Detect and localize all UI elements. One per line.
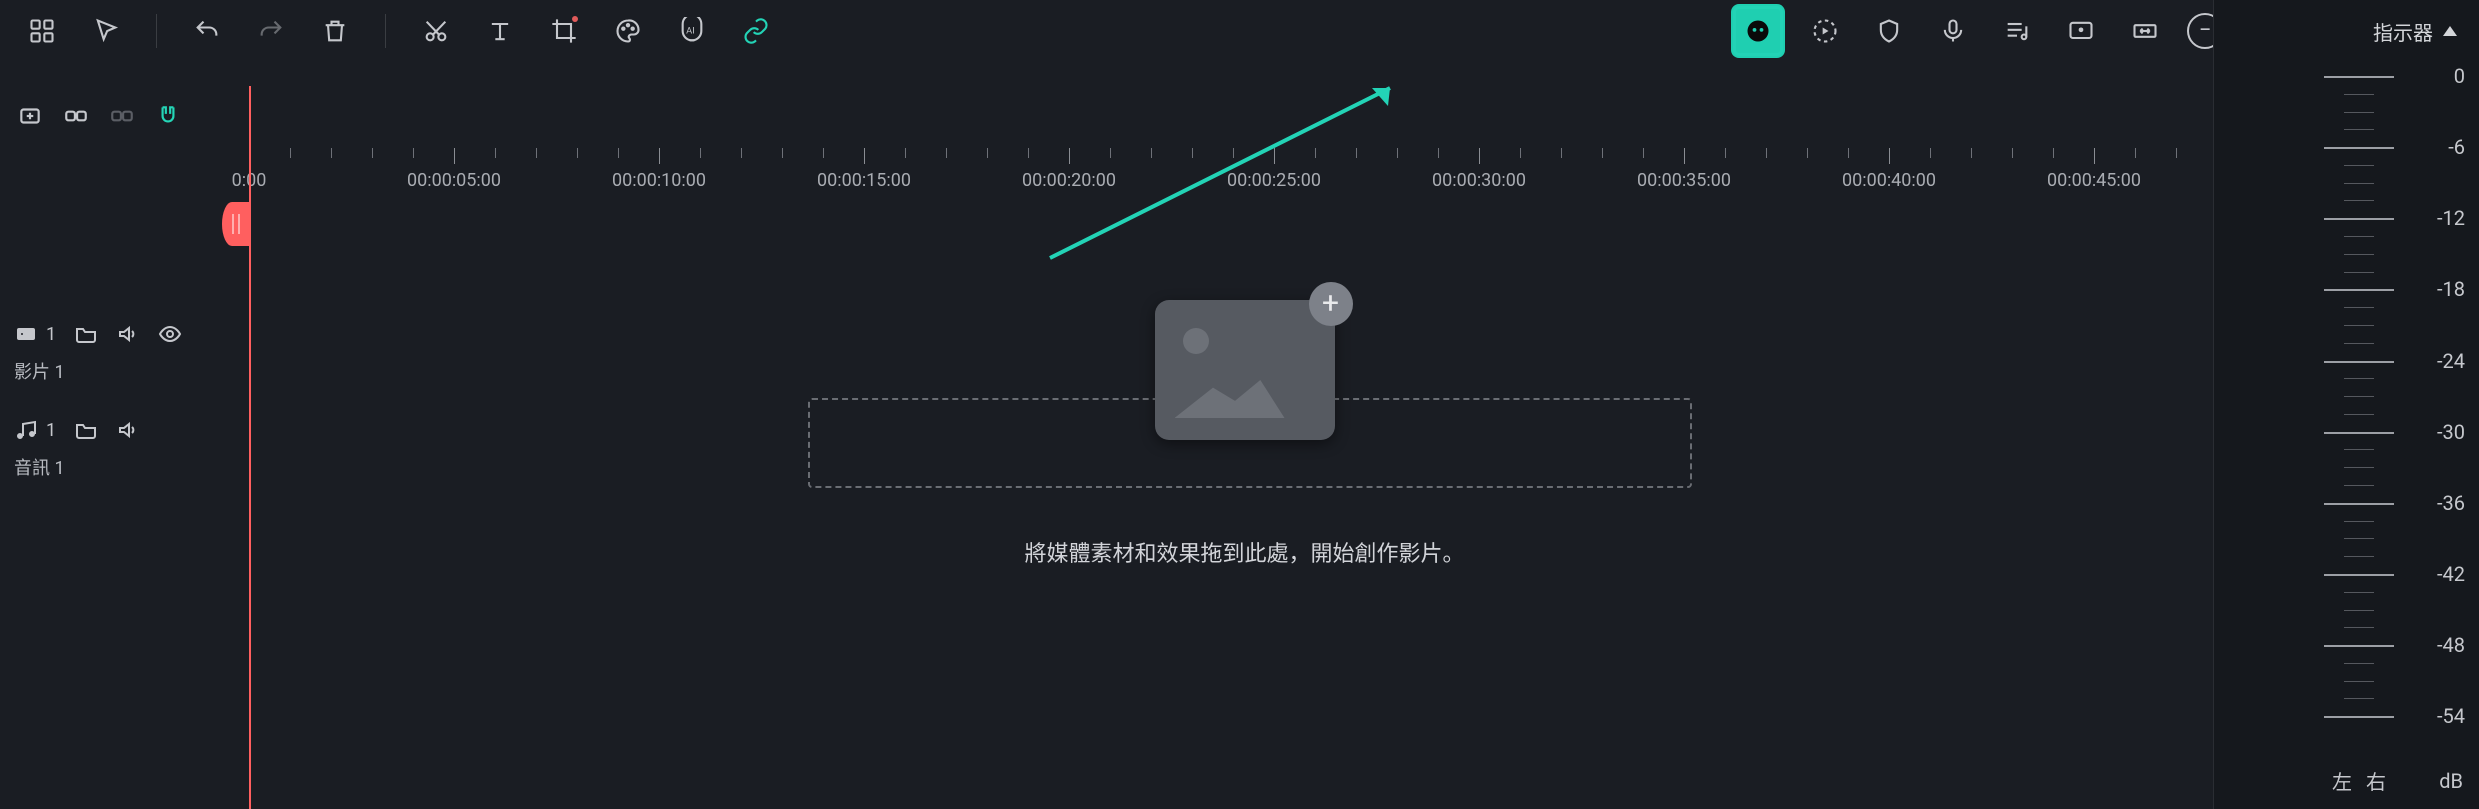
meter-scale-value: -36 (2437, 491, 2465, 515)
unlink-track-icon[interactable] (106, 100, 138, 132)
add-media-plus-icon[interactable]: + (1309, 282, 1353, 326)
meter-scale-value: -24 (2437, 349, 2465, 373)
palette-icon[interactable] (606, 9, 650, 53)
ruler-time-label: 00:00:35:00 (1637, 170, 1731, 191)
meter-unit: dB (2439, 769, 2463, 793)
audio-track-count: 1 (46, 420, 56, 441)
video-track-header[interactable]: 1 (0, 310, 230, 358)
playhead-grip[interactable] (222, 202, 250, 246)
ruler-time-label: 00:00:05:00 (407, 170, 501, 191)
video-track-label: 影片 1 (0, 358, 230, 406)
link-track-icon[interactable] (60, 100, 92, 132)
collapse-up-icon[interactable] (2443, 26, 2457, 36)
screen-record-icon[interactable] (2059, 9, 2103, 53)
main-toolbar: AI − + (0, 0, 2479, 62)
meter-header[interactable]: 指示器 (2214, 0, 2479, 62)
audio-meter-panel: 指示器 0 -6 -12 -18 -24 -30 -36 -42 -48 -54 左 右 dB (2213, 0, 2479, 809)
undo-icon[interactable] (185, 9, 229, 53)
ruler-time-label: 00:00:25:00 (1227, 170, 1321, 191)
progress-play-icon[interactable] (1803, 9, 1847, 53)
meter-scale-value: -12 (2437, 206, 2465, 230)
ruler-time-label: 00:00:40:00 (1842, 170, 1936, 191)
timeline-ruler[interactable]: 0:0000:00:05:0000:00:10:0000:00:15:0000:… (235, 100, 2200, 170)
meter-scale-value: -18 (2437, 277, 2465, 301)
meter-right-label: 右 (2366, 766, 2386, 795)
folder-icon[interactable] (74, 322, 98, 346)
speaker-icon[interactable] (116, 322, 140, 346)
meter-scale: 0-6-12-18-24-30-36-42-48-54 (2214, 68, 2479, 746)
audio-track-header[interactable]: 1 (0, 406, 230, 454)
tracks-panel: 1 影片 1 1 音訊 1 (0, 310, 230, 480)
ai-face-icon[interactable] (1733, 6, 1783, 56)
cut-icon[interactable] (414, 9, 458, 53)
magnet-icon[interactable] (152, 100, 184, 132)
video-icon (14, 322, 38, 346)
meter-scale-value: -54 (2437, 704, 2465, 728)
music-list-icon[interactable] (1995, 9, 2039, 53)
redo-icon[interactable] (249, 9, 293, 53)
apps-icon[interactable] (20, 9, 64, 53)
ruler-time-label: 00:00:45:00 (2047, 170, 2141, 191)
meter-left-label: 左 (2332, 766, 2352, 795)
fit-width-icon[interactable] (2123, 9, 2167, 53)
microphone-icon[interactable] (1931, 9, 1975, 53)
audio-track-label: 音訊 1 (0, 454, 230, 480)
playhead[interactable] (249, 86, 251, 809)
meter-scale-value: 0 (2454, 64, 2465, 88)
drop-hint-text: 將媒體素材和效果拖到此處，開始創作影片。 (320, 536, 2169, 568)
meter-scale-value: -42 (2437, 562, 2465, 586)
crop-icon[interactable] (542, 9, 586, 53)
ruler-time-label: 00:00:20:00 (1022, 170, 1116, 191)
svg-text:AI: AI (686, 25, 695, 36)
text-icon[interactable] (478, 9, 522, 53)
ruler-time-label: 00:00:10:00 (612, 170, 706, 191)
ai-caption-icon[interactable]: AI (670, 9, 714, 53)
delete-icon[interactable] (313, 9, 357, 53)
folder-icon[interactable] (74, 418, 98, 442)
video-track-count: 1 (46, 324, 56, 345)
speaker-icon[interactable] (116, 418, 140, 442)
meter-scale-value: -6 (2448, 135, 2465, 159)
meter-scale-value: -30 (2437, 420, 2465, 444)
meter-footer: 左 右 dB (2214, 756, 2479, 809)
shield-icon[interactable] (1867, 9, 1911, 53)
add-track-icon[interactable] (14, 100, 46, 132)
eye-icon[interactable] (158, 322, 182, 346)
meter-title: 指示器 (2373, 17, 2433, 46)
timeline-tool-row (0, 100, 244, 132)
link-icon[interactable] (734, 9, 778, 53)
media-placeholder-icon[interactable]: + (1155, 300, 1335, 440)
music-icon (14, 418, 38, 442)
ruler-time-label: 00:00:15:00 (817, 170, 911, 191)
cursor-icon[interactable] (84, 9, 128, 53)
ruler-time-label: 00:00:30:00 (1432, 170, 1526, 191)
meter-scale-value: -48 (2437, 633, 2465, 657)
